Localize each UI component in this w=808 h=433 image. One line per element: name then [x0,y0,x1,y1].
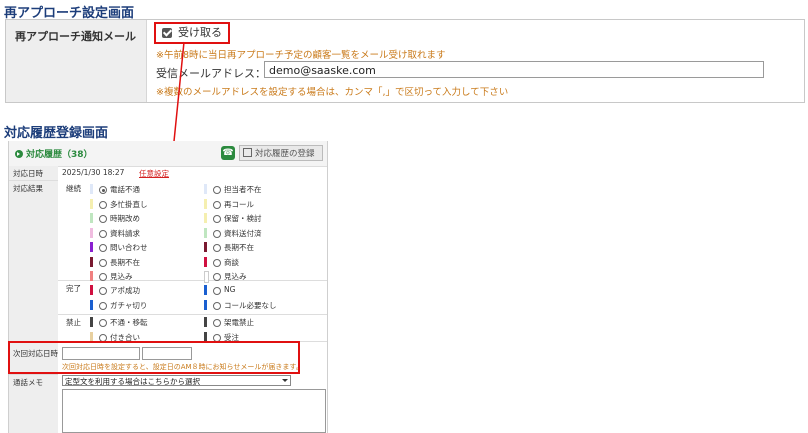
result-option-label: 商談 [224,257,239,267]
result-radio[interactable] [99,200,107,209]
result-option-label: 不通・移転 [110,318,148,327]
color-swatch [90,242,93,252]
memo-template-select[interactable]: 定型文を利用する場合はこちらから選択 [62,375,291,386]
color-swatch [204,271,209,283]
result-option-label: アポ成功 [110,286,140,295]
result-option-label: 多忙掛直し [110,199,148,209]
date-label-cell: 対応日時 [9,166,58,181]
result-label: 対応結果 [13,184,43,193]
result-option-label: 再コール [224,199,254,209]
result-radio[interactable] [99,186,107,194]
result-option-label: 架電禁止 [224,318,254,327]
memo-label-cell: 通話メモ [9,375,58,433]
result-option-label: 資料送付済 [224,228,262,238]
color-swatch [204,184,207,194]
color-swatch [90,299,93,310]
color-swatch [204,227,207,238]
result-radio[interactable] [99,319,107,327]
memo-textarea[interactable] [62,389,326,433]
result-option-label: 見込み [224,272,247,281]
panel-header: 対応履歴（38） ☎ 対応履歴の登録 [9,141,327,167]
color-swatch [204,213,207,223]
panel-title: 対応履歴（38） [26,150,93,160]
result-option-label: 見込み [110,272,133,281]
color-swatch [204,331,207,342]
color-swatch [90,227,93,238]
memo-label: 通話メモ [13,378,43,387]
result-option-label: コール必要なし [224,300,277,310]
next-date-input[interactable] [62,347,140,360]
result-option-label: 長期不在 [110,257,140,267]
phone-icon[interactable]: ☎ [221,146,235,160]
result-option-label: NG [224,285,236,294]
result-radio[interactable] [213,301,221,310]
result-radio[interactable] [213,186,221,194]
arbitrary-setting-link[interactable]: 任意設定 [139,168,169,179]
memo-template-label: 定型文を利用する場合はこちらから選択 [65,377,200,386]
result-option-label: 時期改め [110,214,140,223]
color-swatch [204,256,207,267]
result-option-label: 長期不在 [224,243,254,252]
result-option-label: 問い合わせ [110,243,148,252]
result-radio[interactable] [99,287,107,295]
group-ban: 禁止 [66,318,81,327]
result-radio[interactable] [99,229,107,238]
color-swatch [90,213,93,223]
result-radio[interactable] [213,200,221,209]
color-swatch [90,256,93,267]
edit-icon [243,148,252,157]
color-swatch [90,285,93,295]
color-swatch [90,184,93,194]
next-time-input[interactable] [142,347,192,360]
result-radio[interactable] [213,229,221,238]
result-radio[interactable] [213,319,221,327]
date-value: 2025/1/30 18:27 [62,168,125,177]
group-done: 完了 [66,284,81,293]
result-radio[interactable] [99,215,107,223]
result-radio[interactable] [99,244,107,252]
circle-arrow-icon [15,150,23,158]
section-title-history: 対応履歴登録画面 [4,126,109,141]
color-swatch [204,242,207,252]
chevron-down-icon [282,379,288,385]
result-label-cell: 対応結果 [9,181,58,342]
color-swatch [204,299,207,310]
result-radio[interactable] [99,273,107,281]
divider [58,314,327,315]
result-option-label: 保留・検討 [224,214,262,223]
result-option-label: 電話不通 [110,185,140,194]
result-radio[interactable] [213,258,221,267]
register-history-label: 対応履歴の登録 [255,149,315,159]
result-radio[interactable] [213,273,221,281]
result-option-label: ガチャ切り [110,300,148,310]
color-swatch [90,317,93,327]
register-history-button[interactable]: 対応履歴の登録 [239,145,323,161]
result-radio[interactable] [99,258,107,267]
result-option-label: 資料請求 [110,228,140,238]
divider [58,280,327,281]
result-radio[interactable] [99,301,107,310]
result-radio[interactable] [213,215,221,223]
result-radio[interactable] [213,287,221,295]
result-option-label: 担当者不在 [224,185,262,194]
color-swatch [204,198,207,209]
color-swatch [90,198,93,209]
group-continue: 継続 [66,184,81,193]
color-swatch [90,271,93,281]
color-swatch [204,317,207,327]
next-date-note: 次回対応日時を設定すると、設定日のAM８時にお知らせメールが届きます。 [62,363,303,371]
date-label: 対応日時 [13,169,43,178]
result-radio[interactable] [213,244,221,252]
color-swatch [90,331,93,342]
color-swatch [204,285,207,295]
